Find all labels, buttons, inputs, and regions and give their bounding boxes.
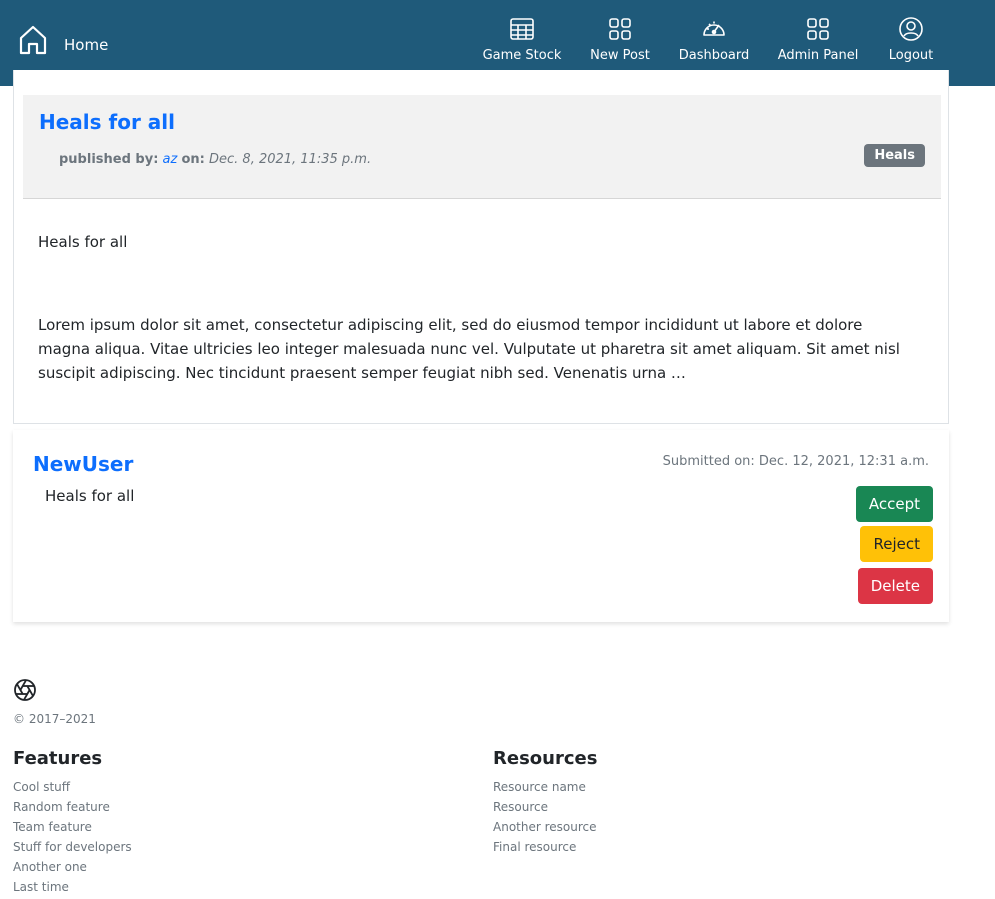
submitter-username[interactable]: NewUser [33,452,133,476]
on-label: on: [181,152,205,167]
house-icon [19,25,47,55]
features-heading: Features [13,748,103,769]
submission-card: NewUser Submitted on: Dec. 12, 2021, 12:… [13,430,949,622]
post-summary: Heals for all [38,233,128,251]
post-title-link[interactable]: Heals for all [39,110,175,134]
delete-button[interactable]: Delete [857,568,933,604]
grid-icon [609,18,631,40]
home-label: Home [64,36,109,54]
home-link[interactable]: Home [18,24,108,56]
footer-link[interactable]: Random feature [13,800,110,814]
footer-link[interactable]: Another resource [493,820,597,834]
nav-new-post-label: New Post [590,48,650,63]
table-icon [510,18,534,40]
nav-admin-panel-label: Admin Panel [777,48,859,63]
footer-link[interactable]: Final resource [493,840,576,854]
copyright: © 2017–2021 [13,712,96,726]
nav-logout[interactable]: Logout [887,16,935,66]
aperture-logo-icon [14,679,36,701]
resources-heading: Resources [493,748,598,769]
footer-link[interactable]: Last time [13,880,69,894]
footer-link[interactable]: Another one [13,860,87,874]
resources-column: Resources Resource name Resource Another… [493,748,597,857]
nav-dashboard-label: Dashboard [678,48,750,63]
nav-logout-label: Logout [888,48,934,63]
footer-link[interactable]: Stuff for developers [13,840,132,854]
published-by-label: published by: [59,152,159,167]
submission-post-title: Heals for all [45,487,135,505]
author-link[interactable]: az [163,152,178,167]
nav-admin-panel[interactable]: Admin Panel [778,16,858,66]
post-date: Dec. 8, 2021, 11:35 p.m. [209,152,372,167]
nav-game-stock-label: Game Stock [482,48,562,63]
user-circle-icon [899,17,923,41]
nav-new-post[interactable]: New Post [589,16,651,66]
post-meta: published by: az on: Dec. 8, 2021, 11:35… [59,152,371,167]
post-body: Lorem ipsum dolor sit amet, consectetur … [38,316,900,382]
nav-dashboard[interactable]: Dashboard [678,16,750,66]
grid-icon [807,18,829,40]
nav-game-stock[interactable]: Game Stock [482,16,562,66]
footer-link[interactable]: Team feature [13,820,92,834]
tag-badge[interactable]: Heals [864,144,925,167]
submission-date: Submitted on: Dec. 12, 2021, 12:31 a.m. [662,454,929,469]
footer-link[interactable]: Resource name [493,780,586,794]
speedometer-icon [703,21,725,36]
reject-button[interactable]: Reject [860,526,933,562]
post-card: Heals for all published by: az on: Dec. … [13,70,949,424]
footer-link[interactable]: Cool stuff [13,780,70,794]
footer-link[interactable]: Resource [493,800,548,814]
features-column: Features Cool stuff Random feature Team … [13,748,132,897]
post-header: Heals for all published by: az on: Dec. … [23,95,941,199]
accept-button[interactable]: Accept [855,486,933,522]
